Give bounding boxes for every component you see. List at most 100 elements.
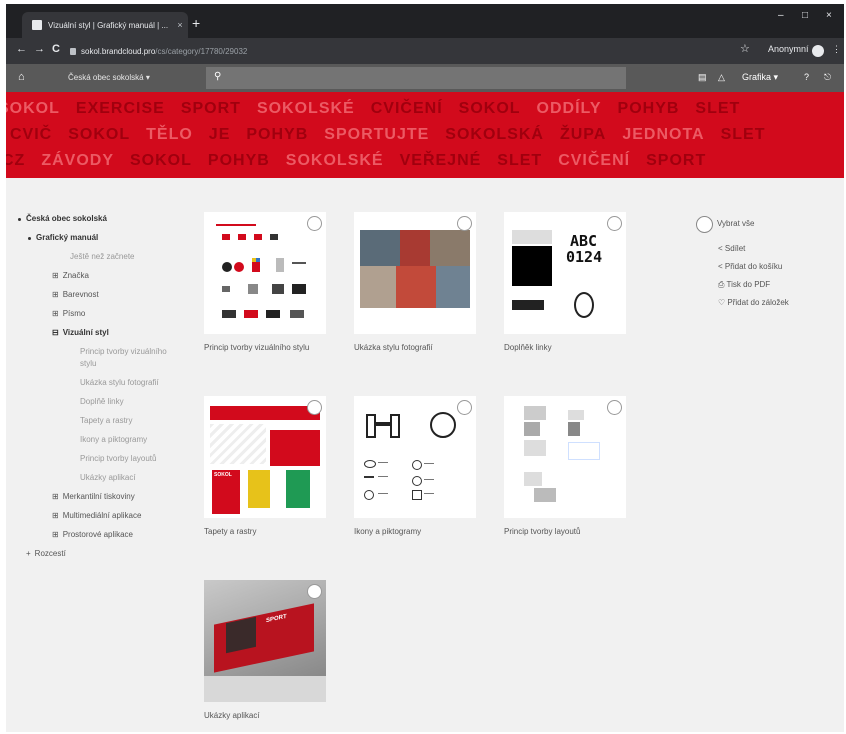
expand-toggle-icon[interactable]: + xyxy=(26,549,31,558)
item-thumb-7[interactable]: SPORT xyxy=(204,580,326,702)
select-all-label[interactable]: Vybrat vše xyxy=(717,219,755,228)
item-caption[interactable]: Doplňěk linky xyxy=(504,342,628,353)
lock-icon xyxy=(70,47,76,55)
address-bar[interactable]: sokol.brandcloud.pro /cs/category/17780/… xyxy=(70,42,682,60)
item-caption[interactable]: Princip tvorby vizuálního stylu xyxy=(204,342,328,353)
tree-node-label: Ukázky aplikací xyxy=(80,473,136,482)
bell-icon[interactable]: △ xyxy=(718,72,725,83)
tree-node[interactable]: ⊞ Prostorové aplikace xyxy=(52,530,133,539)
item-thumb-4[interactable]: SOKOL xyxy=(204,396,326,518)
logout-icon[interactable]: ⎋ xyxy=(824,72,831,83)
select-checkbox[interactable] xyxy=(307,216,322,231)
profile-label[interactable]: Anonymní xyxy=(768,44,809,54)
expand-toggle-icon[interactable]: ⊞ xyxy=(52,530,59,539)
select-checkbox[interactable] xyxy=(457,216,472,231)
tree-node[interactable]: ⊞ Barevnost xyxy=(52,290,99,299)
tree-node[interactable]: ⊞ Merkantilní tiskoviny xyxy=(52,492,135,501)
expand-toggle-icon[interactable]: ⊞ xyxy=(52,492,59,501)
item-caption[interactable]: Tapety a rastry xyxy=(204,526,328,537)
user-menu[interactable]: Grafika ▾ xyxy=(742,72,778,83)
tree-node-label: Vizuální styl xyxy=(62,328,109,337)
tree-node-label: Ještě než začnete xyxy=(70,252,135,261)
tree-node[interactable]: Princip tvorby vizuálního xyxy=(80,347,167,356)
banner-row-1: SOKOL EXERCISE SPORT SOKOLSKÉ CVIČENÍ SOKOL OD… xyxy=(6,100,756,118)
banner-row-3: CZ ZÁVODY SOKOL POHYB SOKOLSKÉ VEŘEJNÉ SLET CVI… xyxy=(6,152,722,170)
tree-node[interactable]: Princip tvorby layoutů xyxy=(80,454,156,463)
profile-avatar[interactable] xyxy=(812,45,824,57)
banner-word: SLET xyxy=(695,100,741,117)
forward-icon[interactable]: → xyxy=(34,43,45,55)
item-caption[interactable]: Princip tvorby layoutů xyxy=(504,526,628,537)
close-window-button[interactable]: × xyxy=(826,10,832,21)
brand-selector[interactable]: Česká obec sokolská ▾ xyxy=(68,73,150,82)
tab-close-icon[interactable]: × xyxy=(172,20,188,30)
select-checkbox[interactable] xyxy=(457,400,472,415)
search-input[interactable]: ⚲ xyxy=(206,67,626,89)
banner-word: SOKOL xyxy=(458,100,521,117)
select-checkbox[interactable] xyxy=(607,216,622,231)
back-icon[interactable]: ← xyxy=(16,43,27,55)
minimize-button[interactable]: – xyxy=(778,10,784,21)
expand-toggle-icon[interactable]: ⊞ xyxy=(52,271,59,280)
banner-word: SLET xyxy=(497,152,543,169)
tree-node[interactable]: stylu xyxy=(80,359,96,368)
browser-tab[interactable]: Vizuální styl | Grafický manuál | ... × xyxy=(22,12,188,38)
item-thumb-3[interactable]: ABC 0124 xyxy=(504,212,626,334)
cart-icon: < xyxy=(718,262,723,271)
tree-node[interactable]: Doplňě linky xyxy=(80,397,124,406)
item-caption[interactable]: Ukázka stylu fotografií xyxy=(354,342,478,353)
thumb-poster: SOKOL xyxy=(212,470,240,514)
tree-node[interactable]: ⊞ Značka xyxy=(52,271,89,280)
tree-node[interactable]: ⊞ Písmo xyxy=(52,309,85,318)
banner-word: CVIČ xyxy=(10,126,53,143)
expand-toggle-icon[interactable]: ⊞ xyxy=(52,290,59,299)
home-icon[interactable]: ⌂ xyxy=(18,71,25,83)
tree-node[interactable]: Ještě než začnete xyxy=(70,252,134,261)
expand-toggle-icon[interactable]: ⊞ xyxy=(52,309,59,318)
tree-node[interactable]: Ukázka stylu fotografií xyxy=(80,378,159,387)
select-checkbox[interactable] xyxy=(307,400,322,415)
banner-word: POHYB xyxy=(617,100,680,117)
tree-node[interactable]: ⊟ Vizuální styl xyxy=(52,328,109,337)
tree-node-label: Multimediální aplikace xyxy=(62,511,142,520)
tree-node-label: Rozcestí xyxy=(34,549,66,558)
maximize-button[interactable]: □ xyxy=(802,10,808,21)
tree-node[interactable]: Grafický manuál xyxy=(28,233,98,242)
select-all-checkbox[interactable] xyxy=(696,216,713,233)
add-bookmark-link[interactable]: ♡ Přidat do záložek xyxy=(718,298,789,307)
expand-toggle-icon[interactable]: ⊟ xyxy=(52,328,59,337)
tree-node[interactable]: Tapety a rastry xyxy=(80,416,132,425)
tree-node-label: Písmo xyxy=(62,309,86,318)
item-thumb-1[interactable] xyxy=(204,212,326,334)
banner-word: SPORTUJTE xyxy=(324,126,430,143)
item-thumb-2[interactable] xyxy=(354,212,476,334)
help-icon[interactable]: ? xyxy=(804,72,809,82)
expand-toggle-icon[interactable]: ⊞ xyxy=(52,511,59,520)
print-pdf-link[interactable]: ⎙ Tisk do PDF xyxy=(718,280,770,290)
tree-bullet xyxy=(18,218,21,221)
item-thumb-6[interactable] xyxy=(504,396,626,518)
item-caption[interactable]: Ikony a piktogramy xyxy=(354,526,478,537)
reload-icon[interactable]: C xyxy=(52,43,60,55)
share-link[interactable]: < Sdílet xyxy=(718,244,745,253)
add-to-cart-link[interactable]: < Přidat do košíku xyxy=(718,262,782,271)
tree-node[interactable]: ⊞ Multimediální aplikace xyxy=(52,511,141,520)
browser-menu-icon[interactable]: ⋮ xyxy=(832,44,841,55)
thumb-number: 0124 xyxy=(566,248,603,266)
tree-node-label: Ukázka stylu fotografií xyxy=(80,378,159,387)
item-thumb-5[interactable] xyxy=(354,396,476,518)
tree-node[interactable]: Česká obec sokolská xyxy=(18,214,107,223)
select-checkbox[interactable] xyxy=(607,400,622,415)
tree-node-label: Prostorové aplikace xyxy=(62,530,133,539)
tree-node[interactable]: Ikony a piktogramy xyxy=(80,435,147,444)
bookmark-star-icon[interactable]: ☆ xyxy=(740,42,750,55)
banner-word: EXERCISE xyxy=(75,100,165,117)
item-caption[interactable]: Ukázky aplikací xyxy=(204,710,328,721)
new-tab-button[interactable]: + xyxy=(192,15,200,31)
share-label: Sdílet xyxy=(724,244,746,253)
tree-node-label: Princip tvorby layoutů xyxy=(80,454,157,463)
tree-node[interactable]: Ukázky aplikací xyxy=(80,473,136,482)
cart-icon[interactable]: ▤ xyxy=(698,72,707,83)
tree-node[interactable]: + Rozcestí xyxy=(26,549,66,558)
select-checkbox[interactable] xyxy=(307,584,322,599)
